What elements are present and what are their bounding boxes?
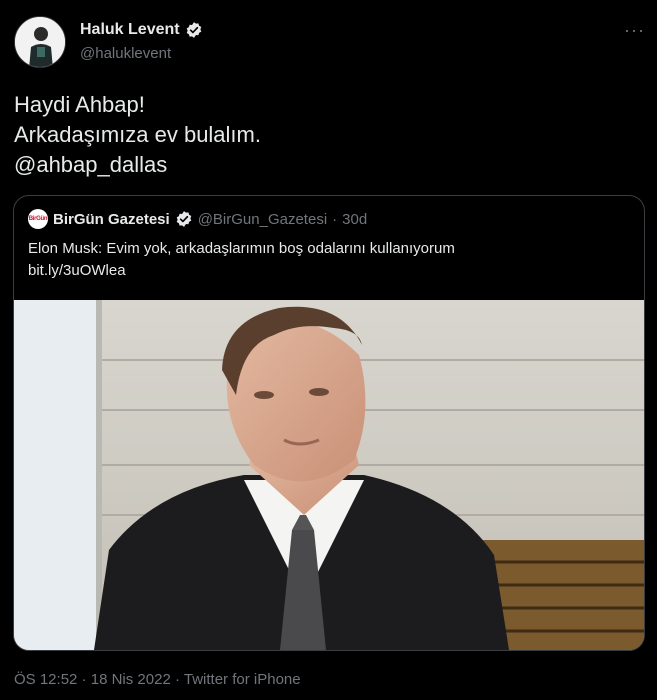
separator-dot: · (81, 671, 87, 688)
tweet-date[interactable]: 18 Nis 2022 (91, 671, 171, 688)
tweet-line-2: Arkadaşımıza ev bulalım. (14, 122, 261, 147)
author-handle[interactable]: @haluklevent (80, 45, 171, 62)
quoted-link[interactable]: bit.ly/3uOWlea (28, 260, 455, 282)
quoted-display-name[interactable]: BirGün Gazetesi (53, 211, 170, 228)
tweet-text: Haydi Ahbap! Arkadaşımıza ev bulalım. @a… (14, 90, 261, 180)
quoted-tweet-text: Elon Musk: Evim yok, arkadaşlarımın boş … (28, 238, 455, 282)
avatar-image (15, 17, 65, 67)
quoted-time[interactable]: 30d (342, 211, 367, 228)
verified-badge-icon (175, 210, 193, 228)
quoted-text-line: Elon Musk: Evim yok, arkadaşlarımın boş … (28, 240, 455, 257)
separator-dot: · (174, 671, 180, 688)
author-avatar[interactable] (14, 16, 66, 68)
separator-dot: · (332, 210, 338, 228)
more-options-icon[interactable]: ··· (624, 20, 645, 41)
author-name-row: Haluk Levent (80, 21, 203, 39)
quoted-tweet-header: BirGün BirGün Gazetesi @BirGun_Gazetesi … (28, 209, 367, 229)
quoted-tweet-photo[interactable] (14, 300, 644, 650)
birgun-logo-avatar[interactable]: BirGün (28, 209, 48, 229)
verified-badge-icon (185, 21, 203, 39)
photo-illustration (14, 300, 644, 650)
quoted-tweet[interactable]: BirGün BirGün Gazetesi @BirGun_Gazetesi … (13, 195, 645, 651)
tweet-footer: ÖS 12:52 · 18 Nis 2022 · Twitter for iPh… (14, 671, 301, 688)
tweet-source[interactable]: Twitter for iPhone (184, 671, 301, 688)
tweet-line-1: Haydi Ahbap! (14, 92, 145, 117)
author-display-name[interactable]: Haluk Levent (80, 21, 180, 39)
tweet-mention-link[interactable]: @ahbap_dallas (14, 150, 261, 180)
quoted-handle[interactable]: @BirGun_Gazetesi (198, 211, 327, 228)
tweet-time[interactable]: ÖS 12:52 (14, 671, 77, 688)
